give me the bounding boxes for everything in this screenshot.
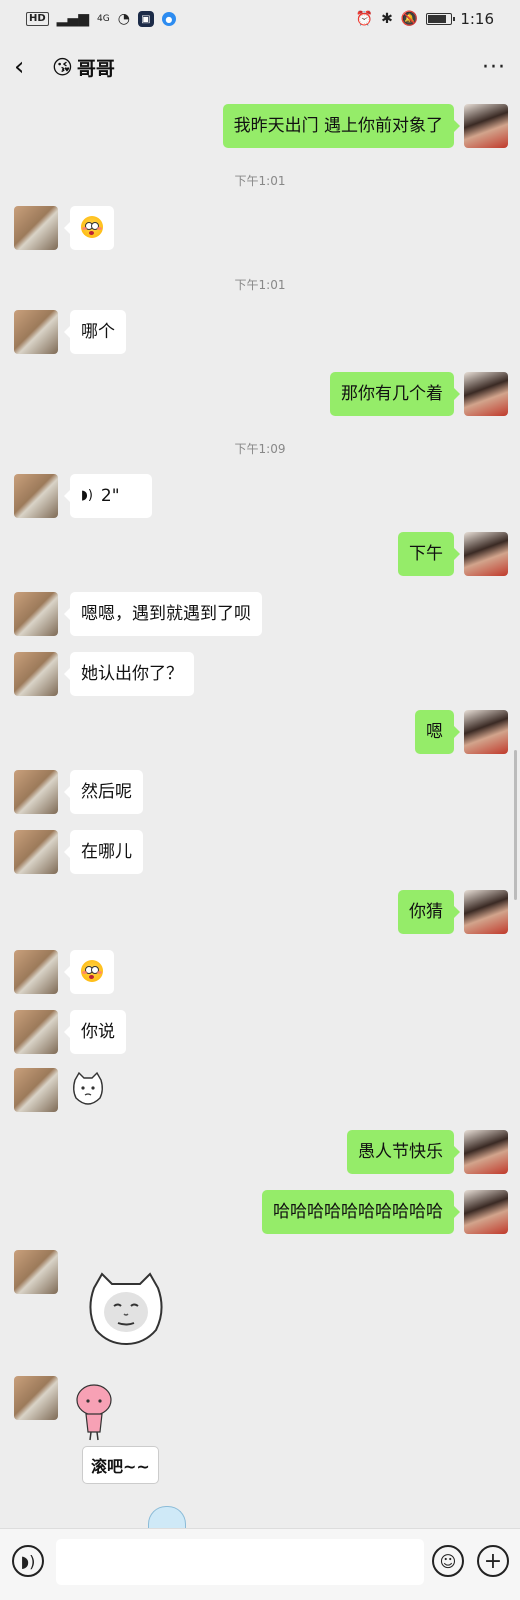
incoming-message[interactable]: 你说	[64, 1010, 126, 1054]
timestamp: 下午1:01	[234, 174, 286, 188]
contact-avatar[interactable]	[14, 474, 58, 518]
message-row: 嗯	[0, 710, 520, 760]
outgoing-message[interactable]: 下午	[398, 532, 460, 576]
incoming-emoji-message[interactable]	[64, 206, 114, 250]
message-list[interactable]: 我昨天出门 遇上你前对象了 下午1:01 下午1:01 哪个 那你有几个着 下午…	[0, 96, 520, 1528]
network-type: 4G	[96, 14, 110, 24]
message-row: 她认出你了？	[0, 652, 520, 702]
outgoing-message[interactable]: 愚人节快乐	[347, 1130, 460, 1174]
notification-dot-icon: ●	[161, 12, 176, 26]
voice-icon[interactable]: ◗)	[12, 1545, 44, 1577]
incoming-message[interactable]: 在哪儿	[64, 830, 143, 874]
outgoing-message[interactable]: 那你有几个着	[330, 372, 460, 416]
more-dots-icon[interactable]: ···	[482, 55, 506, 80]
contact-avatar[interactable]	[14, 770, 58, 814]
message-row: 哪个	[0, 310, 520, 360]
bluetooth-icon: ✱	[381, 11, 393, 27]
outgoing-message[interactable]: 我昨天出门 遇上你前对象了	[222, 104, 461, 148]
clock: 1:16	[460, 10, 494, 28]
incoming-message[interactable]: 她认出你了？	[64, 652, 194, 696]
app-notification-icon: ▣	[137, 11, 154, 27]
self-avatar[interactable]	[464, 372, 508, 416]
voice-wave-icon: ◗)	[81, 488, 93, 503]
status-right: ⏰ ✱ 🔕 1:16	[356, 10, 494, 28]
status-left: HD ▂▄▆ 4G ◔ ▣ ●	[26, 11, 176, 27]
scrollbar[interactable]	[514, 750, 517, 900]
chat-title: 😘 哥哥	[52, 54, 115, 81]
self-avatar[interactable]	[464, 1190, 508, 1234]
chevron-left-icon[interactable]: ‹	[14, 52, 44, 82]
message-row: 嗯嗯，遇到就遇到了呗	[0, 592, 520, 642]
message-input[interactable]	[56, 1539, 424, 1585]
input-bar: ◗) ☺ +	[0, 1528, 520, 1600]
signal-icon: ▂▄▆	[56, 11, 89, 27]
mute-icon: 🔕	[400, 11, 419, 27]
message-row: ◗) 2"	[0, 474, 520, 524]
timestamp: 下午1:01	[234, 278, 286, 292]
outgoing-message[interactable]: 你猜	[398, 890, 460, 934]
message-row: 我昨天出门 遇上你前对象了	[0, 104, 520, 154]
contact-avatar[interactable]	[14, 950, 58, 994]
contact-avatar[interactable]	[14, 1010, 58, 1054]
outgoing-message[interactable]: 嗯	[415, 710, 460, 754]
message-row: 你说	[0, 1010, 520, 1060]
message-row	[0, 1068, 520, 1118]
contact-avatar[interactable]	[14, 1068, 58, 1112]
outgoing-message[interactable]: 哈哈哈哈哈哈哈哈哈哈	[262, 1190, 460, 1234]
alarm-icon: ⏰	[355, 11, 374, 27]
battery-icon	[426, 13, 456, 25]
sticker-caption: 滚吧~~	[82, 1446, 159, 1484]
self-avatar[interactable]	[464, 532, 508, 576]
cat-face-sticker[interactable]	[70, 1070, 106, 1110]
contact-avatar[interactable]	[14, 830, 58, 874]
self-avatar[interactable]	[464, 890, 508, 934]
message-row: 哈哈哈哈哈哈哈哈哈哈	[0, 1190, 520, 1240]
message-row: 愚人节快乐	[0, 1130, 520, 1180]
contact-avatar[interactable]	[14, 1376, 58, 1420]
incoming-emoji-message[interactable]	[64, 950, 114, 994]
kiss-emoji-icon: 😘	[52, 55, 73, 79]
cat-meme-sticker[interactable]	[86, 1270, 166, 1350]
contact-name: 哥哥	[76, 57, 115, 80]
contact-avatar[interactable]	[14, 592, 58, 636]
hd-badge: HD	[26, 12, 49, 26]
flushed-face-icon	[81, 959, 103, 982]
incoming-message[interactable]: 嗯嗯，遇到就遇到了呗	[64, 592, 262, 636]
message-row: 下午	[0, 532, 520, 582]
contact-avatar[interactable]	[14, 206, 58, 250]
wifi-icon: ◔	[117, 11, 130, 27]
message-row: 然后呢	[0, 770, 520, 820]
contact-avatar[interactable]	[14, 652, 58, 696]
voice-message[interactable]: ◗) 2"	[64, 474, 152, 518]
flushed-face-icon	[81, 215, 103, 238]
self-avatar[interactable]	[464, 104, 508, 148]
self-avatar[interactable]	[464, 1130, 508, 1174]
plus-icon[interactable]: +	[477, 1545, 509, 1577]
emoji-icon[interactable]: ☺	[432, 1545, 464, 1577]
message-row: 在哪儿	[0, 830, 520, 880]
partial-sticker	[148, 1506, 186, 1528]
voice-duration: 2"	[100, 486, 120, 506]
contact-avatar[interactable]	[14, 310, 58, 354]
incoming-message[interactable]: 然后呢	[64, 770, 143, 814]
contact-avatar[interactable]	[14, 1250, 58, 1294]
message-row: 那你有几个着	[0, 372, 520, 422]
battery-fill	[428, 15, 447, 23]
message-row	[0, 206, 520, 256]
timestamp: 下午1:09	[234, 442, 286, 456]
pink-creature-sticker[interactable]	[72, 1382, 116, 1446]
incoming-message[interactable]: 哪个	[64, 310, 126, 354]
chat-header: ‹ 😘 哥哥 ···	[0, 38, 520, 96]
message-row: 滚吧~~	[0, 1376, 520, 1528]
message-row	[0, 1250, 520, 1346]
message-row: 你猜	[0, 890, 520, 940]
status-bar: HD ▂▄▆ 4G ◔ ▣ ● ⏰ ✱ 🔕 1:16	[0, 0, 520, 38]
self-avatar[interactable]	[464, 710, 508, 754]
message-row	[0, 950, 520, 1000]
